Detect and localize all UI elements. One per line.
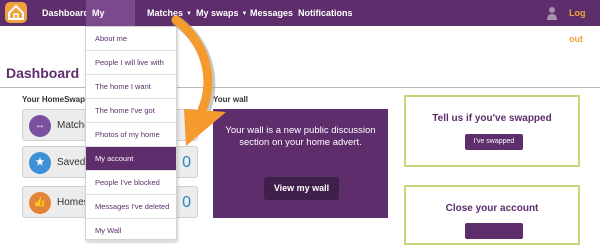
nav-messages-label: Messages — [250, 8, 294, 18]
dropdown-item-the-home-i-want[interactable]: The home I want — [86, 75, 176, 99]
stat-count: 0 — [182, 154, 191, 171]
swapped-title: Tell us if you've swapped — [432, 113, 552, 124]
nav-my-swaps[interactable]: My swaps ▼ — [196, 0, 247, 26]
nav-dashboard[interactable]: Dashboard — [42, 0, 89, 26]
swap-arrows-icon: ↔ — [29, 115, 51, 137]
top-navigation-bar: Dashboard My details▲ Matches▼ My swaps▼… — [0, 0, 600, 44]
wall-description: Your wall is a new public discussion sec… — [225, 125, 376, 148]
nav-my-details[interactable]: My details▲ — [86, 0, 135, 44]
my-details-dropdown: About me People I will live with The hom… — [85, 26, 177, 243]
dropdown-item-people-ive-blocked[interactable]: People I've blocked — [86, 171, 176, 195]
dropdown-item-photos-of-my-home[interactable]: Photos of my home — [86, 123, 176, 147]
dropdown-item-about-me[interactable]: About me — [86, 27, 176, 51]
nav-messages[interactable]: Messages — [250, 0, 293, 26]
close-account-button[interactable] — [465, 223, 523, 239]
nav-my-swaps-label: My swaps — [196, 8, 239, 18]
house-logo-icon[interactable] — [5, 2, 27, 23]
logout-link[interactable]: Log out — [569, 0, 600, 44]
nav-notifications-label: Notifications — [298, 8, 353, 18]
caret-down-icon: ▼ — [241, 11, 248, 17]
page-title: Dashboard — [6, 65, 80, 81]
ive-swapped-button[interactable]: I've swapped — [465, 134, 523, 150]
dropdown-item-messages-ive-deleted[interactable]: Messages I've deleted — [86, 195, 176, 219]
dropdown-item-my-account[interactable]: My account — [86, 147, 176, 171]
thumbs-up-icon: 👍 — [29, 192, 51, 214]
nav-matches[interactable]: Matches ▼ — [147, 0, 192, 26]
stat-label: Saved — [57, 157, 86, 168]
nav-dashboard-label: Dashboard — [42, 8, 90, 18]
stat-label: Homes — [57, 197, 89, 208]
nav-notifications[interactable]: Notifications — [298, 0, 353, 26]
nav-matches-label: Matches — [147, 8, 184, 18]
dropdown-item-the-home-ive-got[interactable]: The home I've got — [86, 99, 176, 123]
caret-down-icon: ▼ — [186, 11, 192, 17]
close-account-title: Close your account — [445, 203, 539, 214]
star-icon: ★ — [29, 152, 51, 174]
swapped-panel: Tell us if you've swapped I've swapped — [404, 95, 580, 167]
close-account-panel: Close your account — [404, 185, 580, 245]
dropdown-item-my-wall[interactable]: My Wall — [86, 219, 176, 243]
dropdown-item-people-i-will-live-with[interactable]: People I will live with — [86, 51, 176, 75]
wall-promo-panel: Your wall is a new public discussion sec… — [213, 109, 388, 218]
wall-heading: Your wall — [213, 95, 248, 104]
user-icon — [547, 7, 557, 20]
stat-count: 0 — [182, 194, 191, 211]
view-my-wall-button[interactable]: View my wall — [264, 177, 339, 200]
